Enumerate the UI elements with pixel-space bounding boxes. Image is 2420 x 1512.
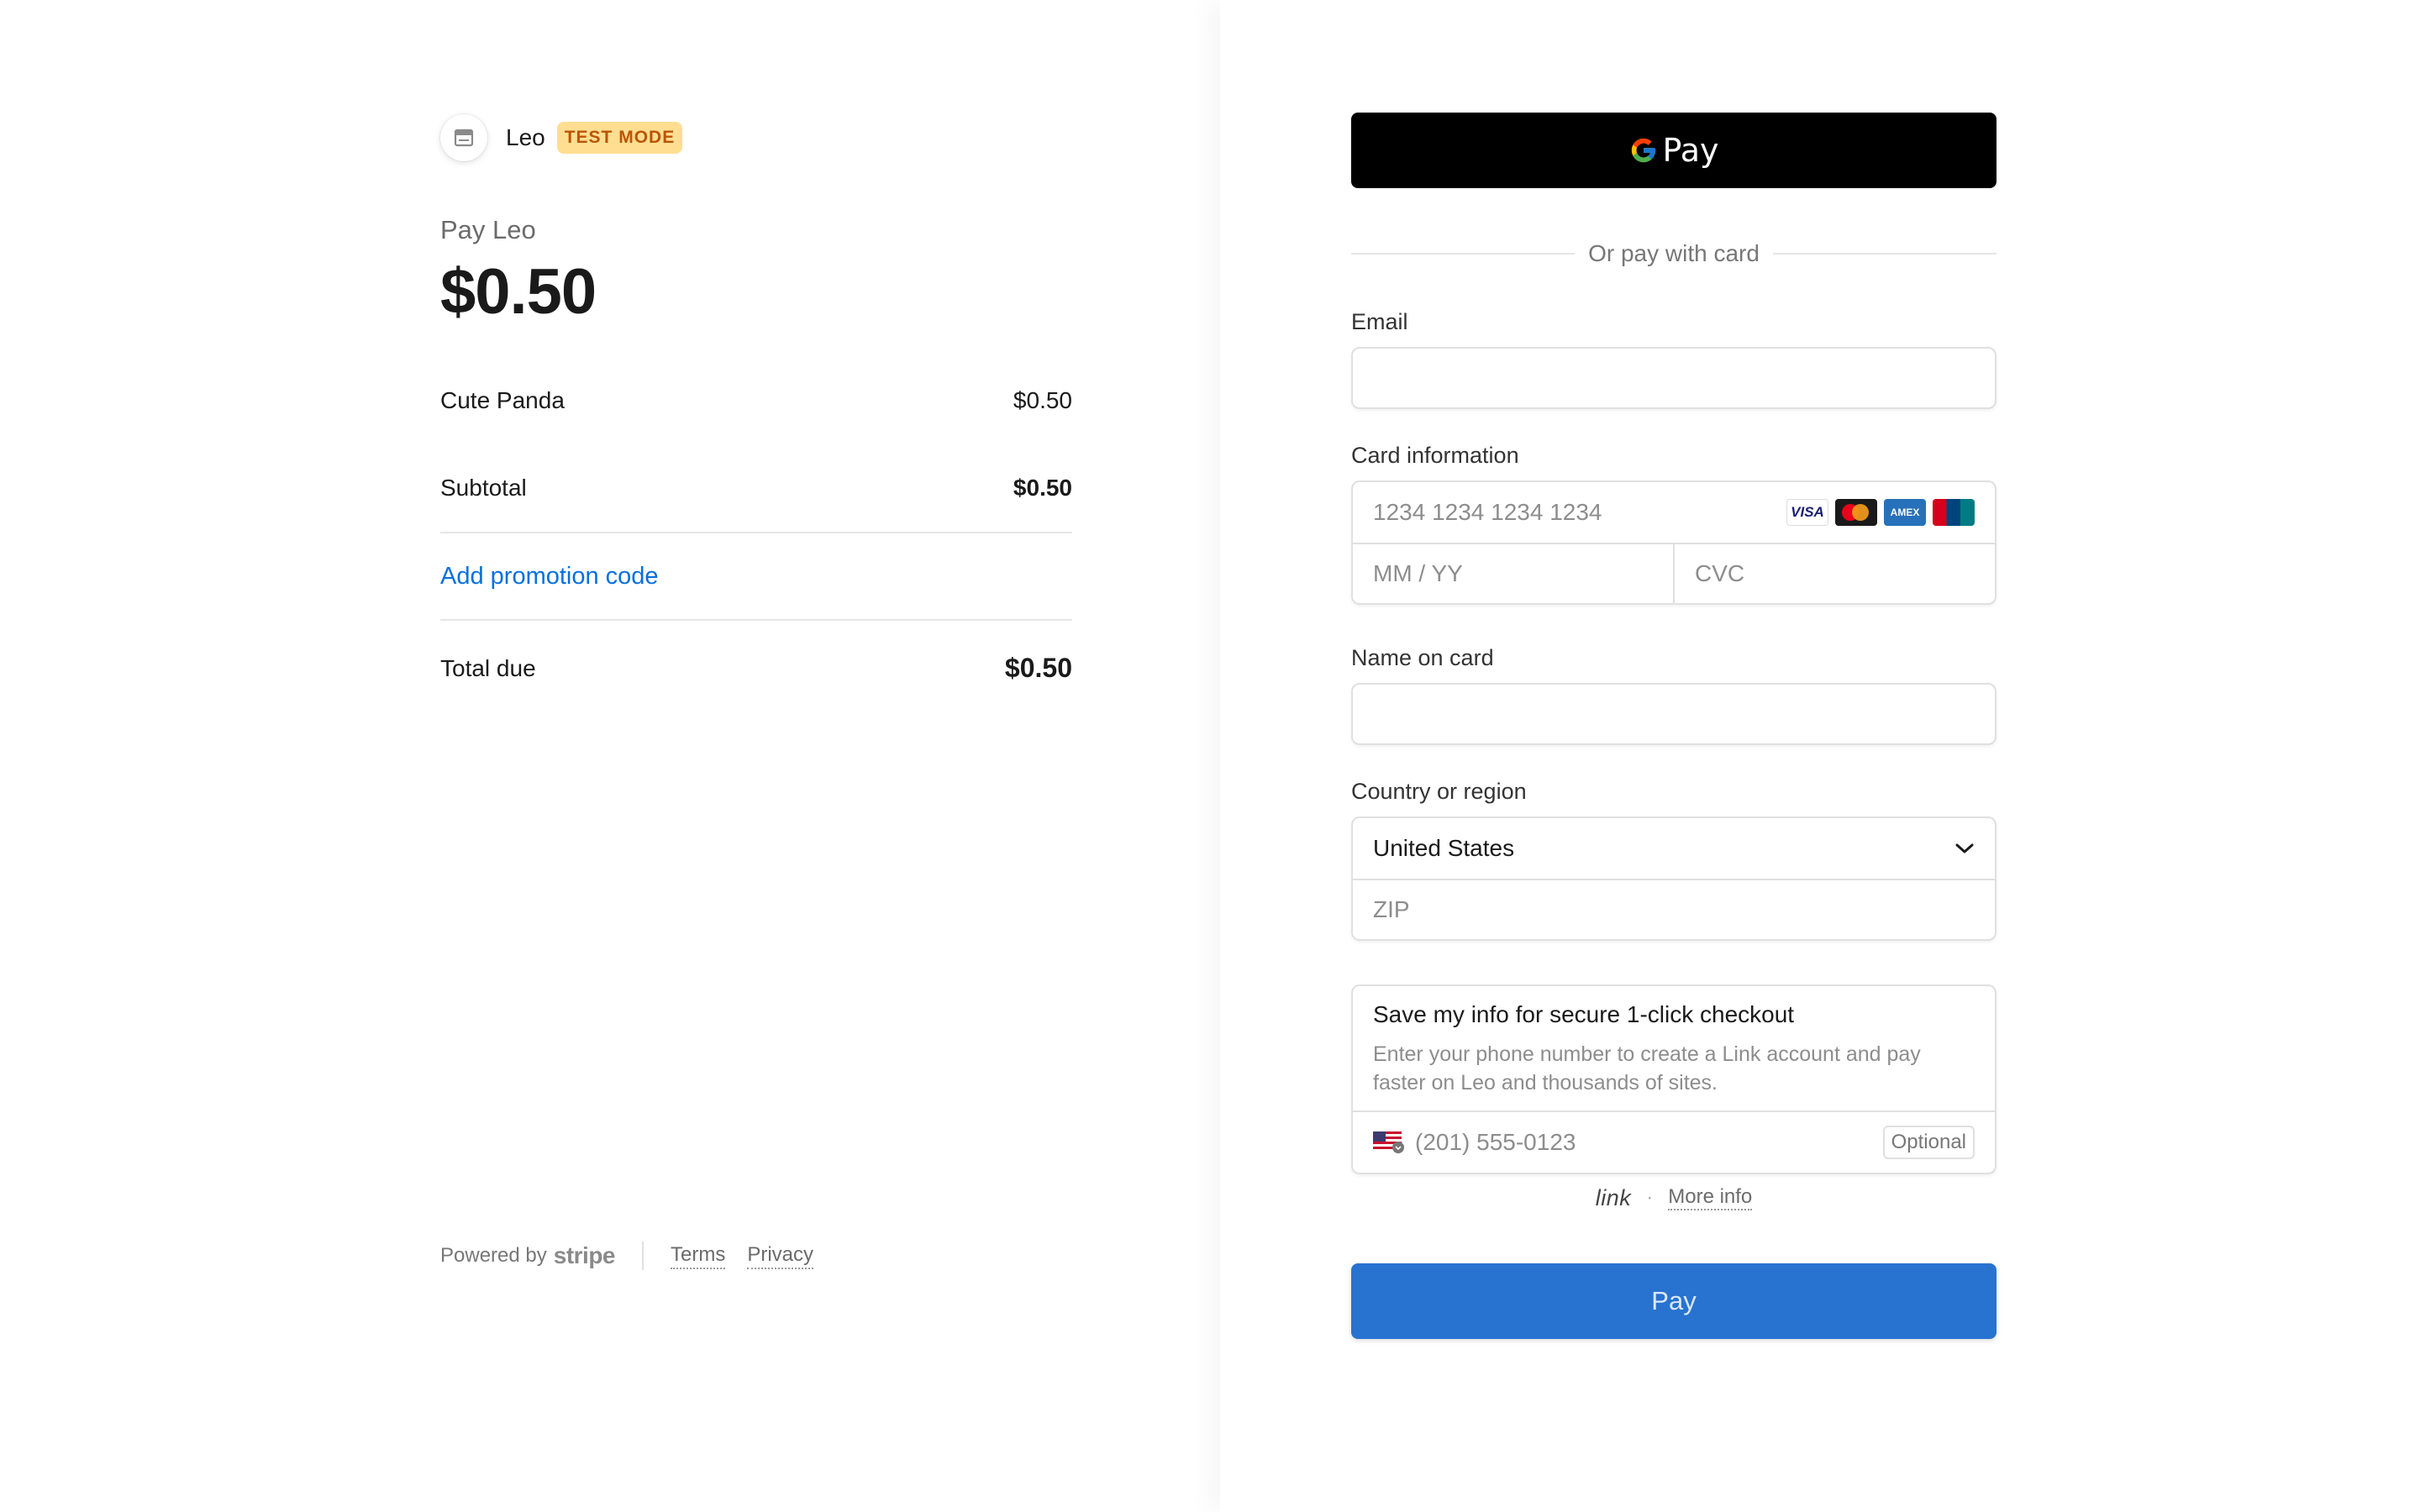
link-save-info-box: Save my info for secure 1-click checkout… [1351, 984, 1996, 1174]
line-item-price: $0.50 [1013, 387, 1072, 413]
total-label: Total due [440, 654, 536, 681]
link-footer: link · More info [1351, 1183, 1996, 1213]
us-flag-icon[interactable] [1373, 1131, 1407, 1154]
card-brands: VISA AMEX [1786, 499, 1975, 526]
payment-pane: Pay Or pay with card Email Card informat… [1220, 0, 2420, 1512]
country-value: United States [1373, 835, 1515, 861]
country-select[interactable]: United States [1353, 818, 1995, 879]
cvc-input[interactable]: CVC [1673, 544, 1995, 603]
link-title: Save my info for secure 1-click checkout [1373, 1001, 1795, 1027]
total-amount: $0.50 [440, 256, 597, 328]
subtotal-value: $0.50 [1013, 475, 1072, 501]
stripe-logo[interactable]: stripe [554, 1242, 616, 1269]
payment-form: Pay Or pay with card Email Card informat… [1351, 113, 1997, 1339]
expiry-cvc-row: MM / YY CVC [1353, 543, 1995, 603]
pay-label: Pay Leo [440, 215, 536, 244]
add-promotion-code-link[interactable]: Add promotion code [440, 533, 1072, 619]
email-group: Email [1351, 309, 1996, 409]
name-on-card-group: Name on card [1351, 645, 1996, 745]
visa-icon: VISA [1786, 499, 1828, 526]
more-info-link[interactable]: More info [1668, 1185, 1753, 1210]
card-number-placeholder: 1234 1234 1234 1234 [1373, 499, 1602, 525]
powered-by-text: Powered by [440, 1244, 547, 1267]
total-value: $0.50 [1004, 653, 1072, 683]
country-label: Country or region [1351, 779, 1527, 804]
card-information-label: Card information [1351, 443, 1519, 468]
test-mode-badge: TEST MODE [556, 122, 683, 154]
phone-placeholder: (201) 555-0123 [1415, 1129, 1576, 1155]
dot-separator: · [1646, 1186, 1654, 1209]
privacy-link[interactable]: Privacy [747, 1243, 814, 1269]
or-divider: Or pay with card [1351, 239, 1997, 269]
card-information-group: Card information 1234 1234 1234 1234 VIS… [1351, 443, 1996, 605]
link-description: Enter your phone number to create a Link… [1373, 1042, 1921, 1095]
order-summary: Leo TEST MODE Pay Leo $0.50 Cute Panda $… [440, 113, 1072, 684]
divider [440, 619, 1072, 621]
merchant-avatar[interactable] [440, 114, 487, 161]
subtotal-row: Subtotal $0.50 [440, 475, 1072, 501]
subtotal-label: Subtotal [440, 475, 527, 501]
pay-button-label: Pay [1651, 1286, 1697, 1315]
store-icon [454, 129, 474, 147]
name-on-card-input[interactable] [1351, 683, 1996, 745]
email-label: Email [1351, 309, 1408, 334]
card-number-input[interactable]: 1234 1234 1234 1234 VISA AMEX [1353, 482, 1995, 543]
google-g-icon [1631, 138, 1655, 163]
cvc-placeholder: CVC [1695, 560, 1745, 586]
chevron-down-icon [1392, 1142, 1404, 1153]
merchant-header: Leo TEST MODE [440, 113, 1072, 163]
terms-link[interactable]: Terms [671, 1243, 726, 1269]
divider-line [1351, 253, 1576, 255]
address-fields: United States ZIP [1351, 816, 1996, 941]
line-item-name: Cute Panda [440, 387, 565, 413]
country-group: Country or region United States ZIP [1351, 779, 1996, 941]
card-fields: 1234 1234 1234 1234 VISA AMEX MM / YY CV… [1351, 480, 1996, 605]
total-row: Total due $0.50 [440, 653, 1072, 684]
link-logo: link [1595, 1184, 1632, 1210]
email-input[interactable] [1351, 347, 1996, 409]
name-on-card-label: Name on card [1351, 645, 1494, 670]
merchant-name: Leo [506, 124, 545, 150]
zip-placeholder: ZIP [1373, 896, 1410, 922]
zip-input[interactable]: ZIP [1353, 879, 1995, 939]
expiry-placeholder: MM / YY [1373, 560, 1463, 586]
or-pay-with-card-text: Or pay with card [1588, 240, 1760, 266]
footer-separator [642, 1242, 644, 1270]
divider-line [1772, 253, 1997, 255]
link-info: Save my info for secure 1-click checkout… [1353, 986, 1995, 1112]
google-pay-label: Pay [1662, 132, 1719, 169]
pay-button[interactable]: Pay [1351, 1263, 1996, 1339]
promo-label: Add promotion code [440, 562, 659, 590]
chevron-down-icon [1955, 843, 1974, 853]
expiry-input[interactable]: MM / YY [1353, 544, 1673, 603]
google-pay-button[interactable]: Pay [1351, 113, 1996, 188]
footer: Powered by stripe Terms Privacy [440, 1242, 835, 1270]
amex-icon: AMEX [1884, 499, 1926, 526]
mastercard-icon [1835, 499, 1877, 526]
unionpay-icon [1933, 499, 1975, 526]
order-summary-pane: Leo TEST MODE Pay Leo $0.50 Cute Panda $… [0, 0, 1220, 1512]
optional-tag: Optional [1882, 1126, 1975, 1159]
phone-input[interactable]: (201) 555-0123 Optional [1353, 1112, 1995, 1173]
line-item: Cute Panda $0.50 [440, 387, 1072, 414]
